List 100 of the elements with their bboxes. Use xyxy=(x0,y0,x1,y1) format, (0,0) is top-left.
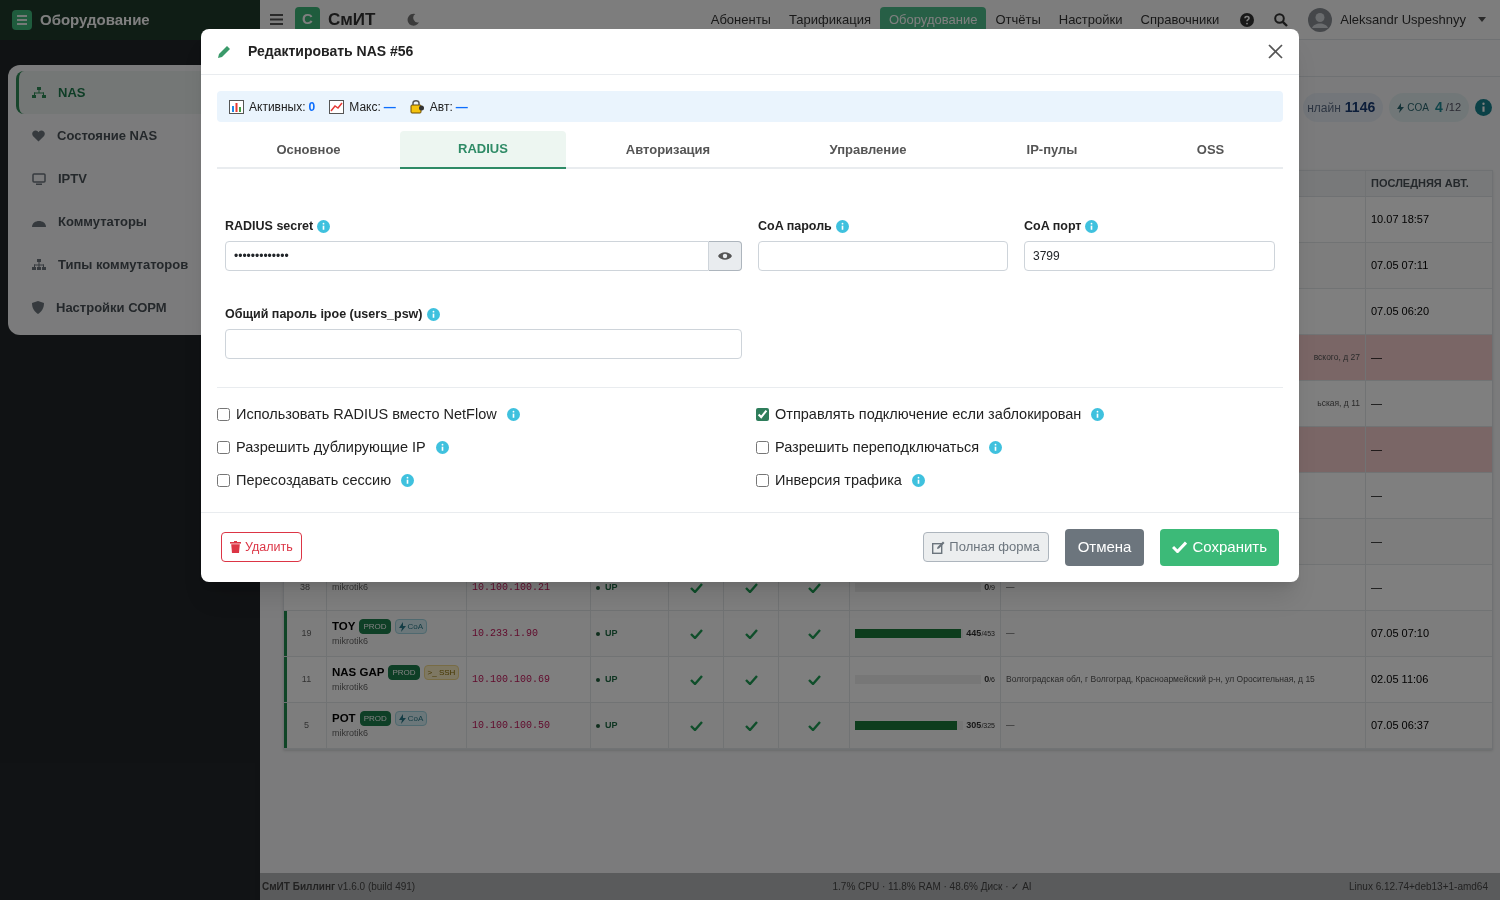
info-icon xyxy=(506,408,520,421)
nas-model: mikrotik6 xyxy=(332,681,369,695)
last-auth-time: — xyxy=(1371,534,1382,550)
field-label: RADIUS secret xyxy=(225,218,314,235)
help-icon[interactable] xyxy=(1240,12,1255,27)
tag: PROD xyxy=(359,711,391,727)
last-auth-time: — xyxy=(1371,580,1382,596)
pencil-icon xyxy=(217,44,232,59)
row-id: 19 xyxy=(301,626,312,640)
last-auth-time: 07.05 07:10 xyxy=(1371,626,1430,642)
tag: CoA xyxy=(394,619,428,635)
menu-icon[interactable] xyxy=(270,14,283,25)
status-dot-icon xyxy=(596,677,600,682)
save-button[interactable]: Сохранить xyxy=(1160,528,1279,566)
checkbox-label: Использовать RADIUS вместо NetFlow xyxy=(236,404,497,424)
full-form-button[interactable]: Полная форма xyxy=(923,532,1049,562)
stat-value: 0 xyxy=(308,98,316,116)
app-version: СмИТ Биллинг v1.6.0 (build 491) xyxy=(262,880,416,894)
input-field[interactable] xyxy=(225,328,742,359)
ip-address: 10.100.100.21 xyxy=(472,581,550,595)
heart-icon xyxy=(32,129,45,142)
status-text: UP xyxy=(605,672,618,686)
lightning-icon xyxy=(398,621,406,632)
close-icon[interactable] xyxy=(1268,44,1283,59)
nav-link[interactable]: Отчёты xyxy=(986,6,1050,33)
tag: CoA xyxy=(394,711,428,727)
input-field[interactable]: 3799 xyxy=(1024,240,1275,271)
caret-icon[interactable] xyxy=(1478,17,1486,22)
last-auth-time: — xyxy=(1371,488,1382,504)
hierarchy-icon xyxy=(32,258,46,271)
checkbox[interactable] xyxy=(756,474,769,487)
tab[interactable]: Управление xyxy=(770,131,966,169)
nav-link[interactable]: Справочники xyxy=(1131,6,1229,33)
network-icon xyxy=(32,86,46,99)
tag: PROD xyxy=(388,665,420,681)
address-text: ьская, д 11 xyxy=(1317,397,1360,410)
tag: PROD xyxy=(359,619,391,635)
stat-value: — xyxy=(455,98,468,116)
checkbox-label: Отправлять подключение если заблокирован xyxy=(775,404,1082,424)
nas-name: NAS GAP xyxy=(332,665,385,681)
last-auth-time: — xyxy=(1371,350,1382,366)
nas-name: TOY xyxy=(332,619,356,635)
nas-name: POT xyxy=(332,711,356,727)
moon-icon[interactable] xyxy=(407,13,421,26)
app-logo-icon xyxy=(12,10,32,30)
tab[interactable]: RADIUS xyxy=(400,131,566,169)
address-text: — xyxy=(1006,581,1015,594)
field-label: Общий пароль ipoe (users_psw) xyxy=(225,305,423,323)
nas-model: mikrotik6 xyxy=(332,727,369,741)
cancel-button[interactable]: Отмена xyxy=(1064,528,1145,566)
line-chart-icon xyxy=(329,99,345,114)
info-icon[interactable] xyxy=(1475,99,1492,116)
address-text: Волгоградская обл, г Волгоград, Красноармейский р-н, ул Оросительная, д 15 xyxy=(1006,673,1315,686)
checkbox[interactable] xyxy=(217,441,230,454)
address-text: — xyxy=(1006,719,1015,732)
tab[interactable]: Авторизация xyxy=(566,131,770,169)
nav-link[interactable]: Тарификация xyxy=(779,6,880,33)
password-field[interactable]: ••••••••••••• xyxy=(225,240,709,271)
search-icon[interactable] xyxy=(1274,12,1289,27)
status-text: UP xyxy=(605,718,618,732)
dialog-title: Редактировать NAS #56 xyxy=(248,42,414,61)
show-password-button[interactable] xyxy=(709,240,742,271)
nav-link[interactable]: Абоненты xyxy=(701,6,780,33)
address-text: вского, д 27 xyxy=(1313,351,1360,364)
os-version: Linux 6.12.74+deb13+1-amd64 xyxy=(1348,880,1488,894)
info-icon xyxy=(426,307,440,321)
ip-address: 10.100.100.50 xyxy=(472,719,550,733)
checkbox[interactable] xyxy=(217,474,230,487)
online-label: нлайн xyxy=(1307,99,1341,117)
checkbox[interactable] xyxy=(756,441,769,454)
avatar[interactable] xyxy=(1308,7,1333,32)
ip-address: 10.100.100.69 xyxy=(472,673,550,687)
status-text: UP xyxy=(605,580,618,594)
row-id: 5 xyxy=(304,718,309,732)
tab[interactable]: IP-пулы xyxy=(966,131,1138,169)
status-dot-icon xyxy=(596,723,600,728)
delete-button[interactable]: Удалить xyxy=(221,532,302,562)
stat-label: Активных: xyxy=(249,98,306,116)
checkbox-label: Разрешить переподключаться xyxy=(775,437,980,457)
nav-link[interactable]: Настройки xyxy=(1049,6,1132,33)
checkbox[interactable] xyxy=(756,408,769,421)
input-field[interactable] xyxy=(758,240,1008,271)
info-icon xyxy=(989,441,1003,454)
stat-label: Макс: xyxy=(349,98,381,116)
address-text: — xyxy=(1006,627,1015,640)
system-metrics: 1.7% CPU · 11.8% RAM · 48.6% Диск · ✓ AI xyxy=(832,880,1032,894)
tag: >_ SSH xyxy=(423,665,460,681)
info-icon xyxy=(1085,219,1099,233)
user-name[interactable]: Aleksandr Uspeshnyy xyxy=(1340,9,1466,30)
eye-icon xyxy=(718,250,732,261)
field-label: CoA пароль xyxy=(758,218,832,235)
info-icon xyxy=(1091,408,1105,421)
info-icon xyxy=(317,219,331,233)
field-label: CoA порт xyxy=(1024,218,1082,235)
brand-name: СмИТ xyxy=(328,8,376,31)
trash-icon xyxy=(230,541,241,553)
tab[interactable]: OSS xyxy=(1138,131,1283,169)
checkbox[interactable] xyxy=(217,408,230,421)
last-auth-time: 07.05 06:20 xyxy=(1371,304,1430,320)
monitor-icon xyxy=(32,172,46,185)
